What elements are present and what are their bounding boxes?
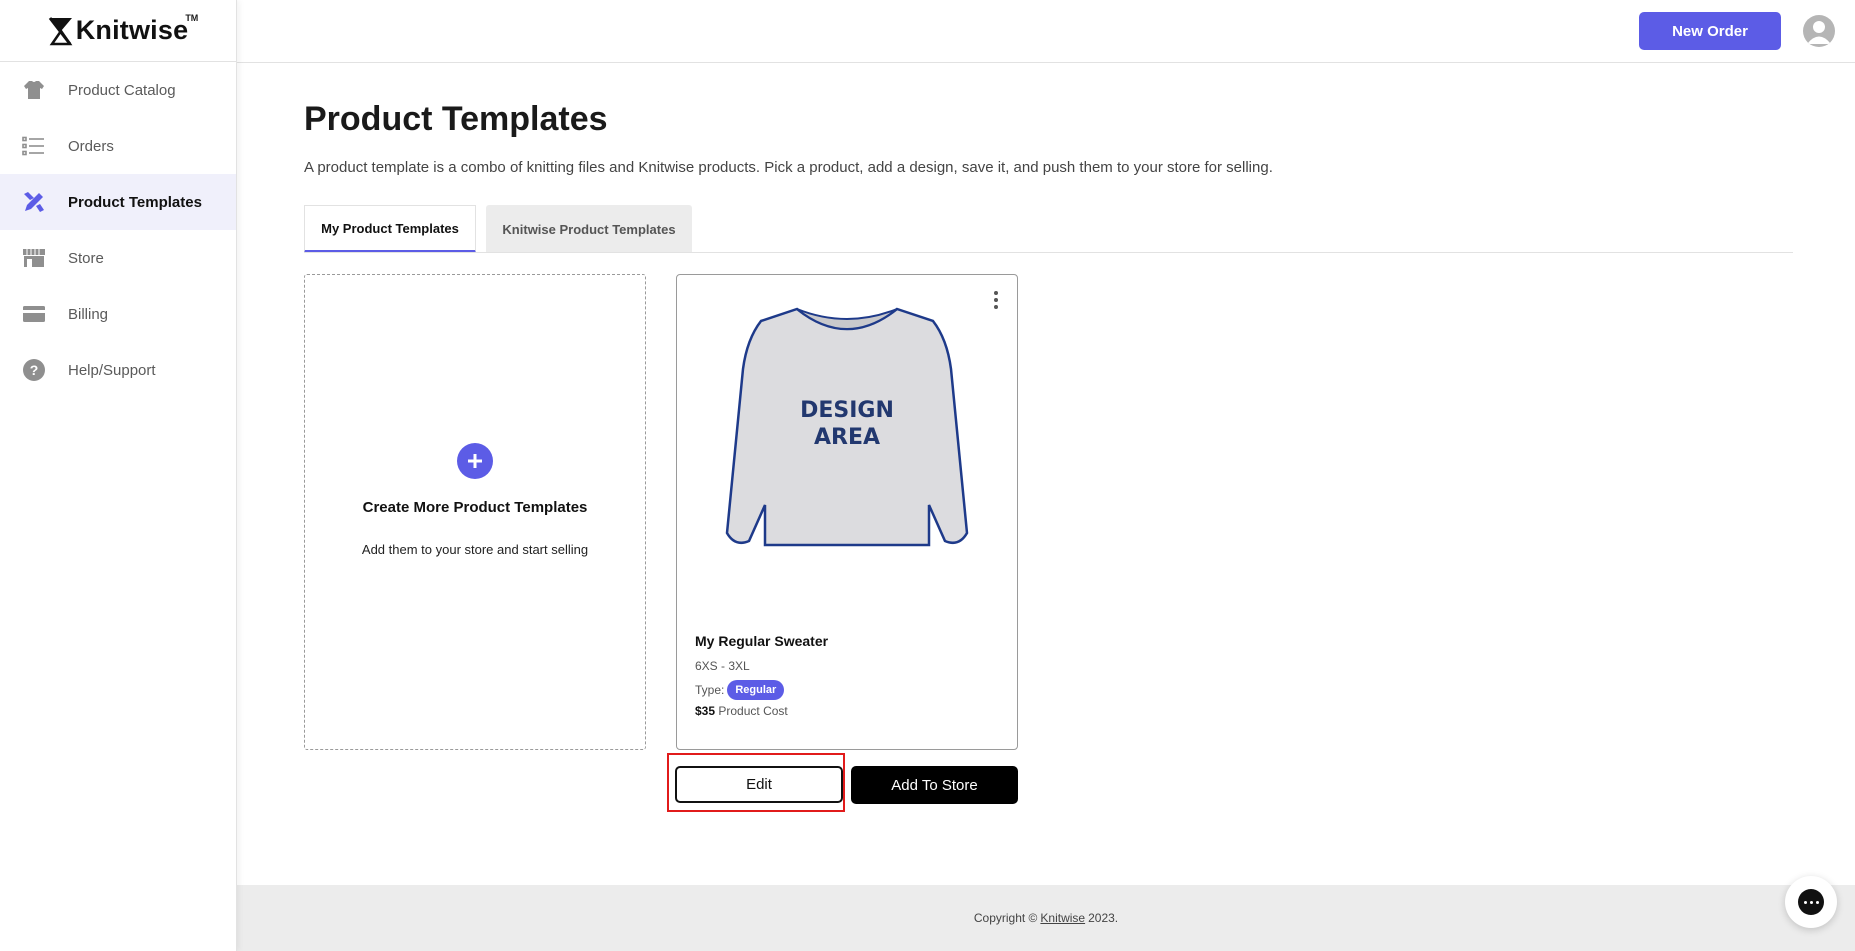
page-description: A product template is a combo of knittin… [304, 159, 1273, 176]
knitwise-logo-icon [48, 16, 73, 45]
chat-icon [1798, 889, 1824, 915]
page-title: Product Templates [304, 100, 608, 138]
create-card-subtitle: Add them to your store and start selling [361, 542, 589, 557]
credit-card-icon [22, 302, 46, 326]
tabs-divider [304, 252, 1793, 253]
sidebar-item-label: Orders [68, 137, 114, 155]
sidebar-item-orders[interactable]: Orders [0, 118, 236, 174]
logo[interactable]: Knitwise TM [0, 0, 236, 62]
product-type-badge: Regular [727, 680, 785, 700]
design-tools-icon [22, 190, 46, 214]
add-to-store-button[interactable]: Add To Store [851, 766, 1018, 804]
sidebar-item-store[interactable]: Store [0, 230, 236, 286]
product-price: $35 [695, 704, 716, 718]
create-card-title: Create More Product Templates [362, 499, 588, 516]
logo-tm: TM [185, 13, 199, 23]
sidebar-item-help-support[interactable]: ? Help/Support [0, 342, 236, 398]
user-icon[interactable] [1803, 15, 1835, 47]
tab-my-product-templates[interactable]: My Product Templates [304, 205, 476, 253]
help-icon: ? [22, 358, 46, 382]
sidebar-item-label: Billing [68, 305, 109, 323]
top-bar: New Order [237, 0, 1855, 63]
sidebar-item-product-templates[interactable]: Product Templates [0, 174, 236, 230]
list-icon [22, 134, 46, 158]
footer: Copyright © Knitwise 2023. [237, 885, 1855, 951]
design-area-line2: AREA [814, 425, 880, 450]
chat-button[interactable] [1785, 876, 1837, 928]
product-price-suffix: Product Cost [718, 704, 788, 718]
product-type-label: Type: [695, 683, 725, 697]
product-template-card: DESIGN AREA My Regular Sweater 6XS - 3XL… [676, 274, 1018, 750]
sidebar-item-product-catalog[interactable]: Product Catalog [0, 62, 236, 118]
design-area-line1: DESIGN [800, 398, 894, 423]
sidebar-nav: Product Catalog Orders Product Templates… [0, 62, 236, 398]
product-name: My Regular Sweater [695, 633, 829, 649]
sidebar-item-label: Help/Support [68, 361, 156, 379]
more-options-icon[interactable] [989, 289, 1003, 311]
sidebar-item-billing[interactable]: Billing [0, 286, 236, 342]
new-order-button[interactable]: New Order [1639, 12, 1781, 50]
sweater-image: DESIGN AREA [725, 307, 969, 547]
plus-icon[interactable] [457, 443, 493, 479]
footer-knitwise-link[interactable]: Knitwise [1040, 911, 1085, 925]
product-sizes: 6XS - 3XL [695, 659, 750, 673]
footer-year: 2023. [1088, 911, 1119, 925]
storefront-icon [22, 246, 46, 270]
sidebar-item-label: Product Catalog [68, 81, 176, 99]
sweater-icon [22, 78, 46, 102]
product-cost: $35 Product Cost [695, 704, 788, 718]
edit-button[interactable]: Edit [675, 766, 843, 803]
product-type: Type: Regular [695, 680, 785, 700]
logo-text: Knitwise [75, 15, 189, 45]
create-template-card[interactable]: Create More Product Templates Add them t… [304, 274, 646, 750]
footer-copyright: Copyright © [973, 911, 1038, 925]
sidebar: Knitwise TM Product Catalog Orders Produ… [0, 0, 237, 951]
svg-text:?: ? [30, 362, 39, 378]
main-content: Product Templates A product template is … [237, 63, 1855, 885]
sidebar-item-label: Store [68, 249, 104, 267]
tab-knitwise-product-templates[interactable]: Knitwise Product Templates [486, 205, 692, 253]
sidebar-item-label: Product Templates [68, 193, 202, 211]
